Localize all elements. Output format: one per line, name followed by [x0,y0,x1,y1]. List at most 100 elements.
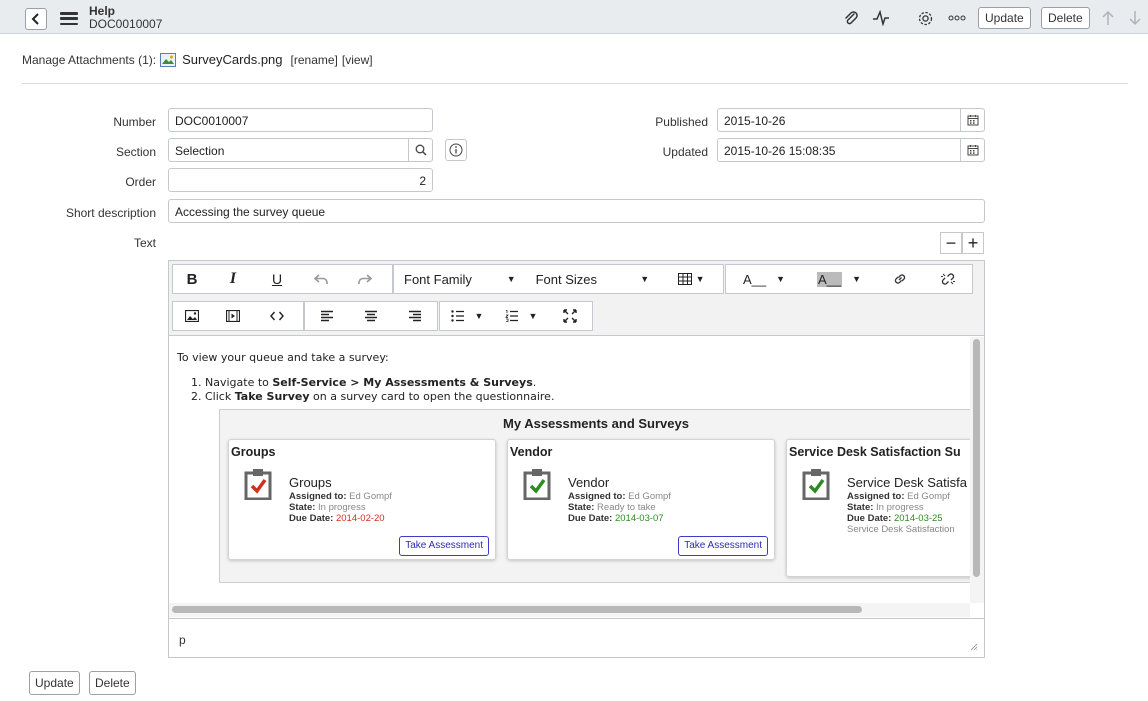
footer-update-button[interactable]: Update [29,671,80,695]
card-header: Service Desk Satisfaction Su [789,445,961,459]
text-color-dropdown[interactable]: A__ ▼ [726,265,802,293]
insert-image-button[interactable] [173,302,211,330]
footer-delete-button[interactable]: Delete [89,671,136,695]
card-extra: Service Desk Satisfaction [847,524,955,535]
insert-video-button[interactable] [211,302,255,330]
clipboard-check-icon [802,469,830,500]
gear-icon[interactable] [916,9,934,27]
font-family-dropdown[interactable]: Font Family ▼ [394,265,526,293]
updated-calendar-button[interactable] [960,139,984,161]
take-assessment-button[interactable]: Take Assessment [399,536,489,556]
bold-button[interactable]: B [173,265,211,293]
attachment-file-link[interactable]: SurveyCards.png [182,52,282,67]
source-code-button[interactable] [255,302,299,330]
card-name: Groups [289,475,332,490]
editor-vertical-scrollbar[interactable] [970,337,984,603]
card-name: Vendor [568,475,610,490]
font-family-label: Font Family [404,271,472,287]
step-1: 1. Navigate to Self-Service > My Assessm… [191,376,537,389]
editor-expand-button[interactable]: + [962,232,984,254]
element-path[interactable]: p [179,633,186,647]
attachment-rename-link[interactable]: [rename] [291,53,338,67]
activity-icon[interactable] [872,9,890,27]
editor-statusbar: p [169,618,984,657]
table-dropdown[interactable]: ▼ [659,265,723,293]
italic-button[interactable]: I [211,265,255,293]
menu-icon[interactable] [60,12,78,25]
link-icon [894,274,906,284]
order-field[interactable]: 2 [168,168,433,192]
redo-button[interactable] [343,265,387,293]
card-assigned: Assigned to: Ed Gompf [847,491,950,502]
back-button[interactable] [25,8,47,30]
editor-toolbar: B I U Font Family ▼ Font Sizes ▼ ▼ A__ ▼… [169,261,984,336]
attachments-label: Manage Attachments (1): [22,52,157,67]
clipboard-check-icon [244,469,272,500]
number-field[interactable]: DOC0010007 [168,108,433,132]
editor-shrink-button[interactable]: − [940,232,962,254]
unlink-button[interactable] [924,265,972,293]
updated-label: Updated [662,145,708,159]
format-group: B I U [172,264,393,294]
editor-content[interactable]: To view your queue and take a survey: 1.… [169,337,970,603]
survey-card: Vendor Vendor Assigned to: Ed Gompf Stat… [507,439,775,560]
divider [22,83,1128,84]
take-assessment-button[interactable]: Take Assessment [678,536,768,556]
underline-button[interactable]: U [255,265,299,293]
published-value: 2015-10-26 [724,114,786,128]
numbered-list-icon [504,310,518,322]
published-calendar-button[interactable] [960,109,984,131]
numbered-list-dropdown[interactable]: ▼ [494,302,548,330]
arrow-up-icon[interactable] [1099,9,1117,27]
section-info-button[interactable] [445,139,467,161]
form-header: Help DOC0010007 Update Delete [0,0,1148,34]
section-field[interactable]: Selection [168,138,433,162]
step-2-suffix: on a survey card to open the questionnai… [309,390,555,403]
link-button[interactable] [876,265,924,293]
step-1-suffix: . [532,376,537,389]
align-right-button[interactable] [393,302,437,330]
updated-field[interactable]: 2015-10-26 15:08:35 [717,138,985,162]
insert-video-icon [226,310,240,322]
updated-value: 2015-10-26 15:08:35 [724,144,836,158]
card-assigned: Assigned to: Ed Gompf [568,491,671,502]
short-description-field[interactable]: Accessing the survey queue [168,199,985,223]
card-assigned: Assigned to: Ed Gompf [289,491,392,502]
step-2-prefix: Click [205,390,235,403]
card-due-date: Due Date: 2014-02-20 [289,513,385,524]
arrow-down-icon[interactable] [1126,9,1144,27]
calendar-icon [967,145,978,156]
survey-card: Service Desk Satisfaction Su Service Des… [786,439,970,577]
paperclip-icon[interactable] [842,9,860,27]
font-sizes-dropdown[interactable]: Font Sizes ▼ [526,265,660,293]
undo-button[interactable] [299,265,343,293]
published-field[interactable]: 2015-10-26 [717,108,985,132]
editor-horizontal-scrollbar[interactable] [169,603,970,617]
resize-handle-icon[interactable] [970,643,978,651]
background-color-dropdown[interactable]: A__ ▼ [802,265,876,293]
image-icon [160,52,177,67]
calendar-icon [967,115,978,126]
header-delete-button[interactable]: Delete [1041,7,1090,29]
fullscreen-button[interactable] [548,302,592,330]
survey-cards-image[interactable]: My Assessments and Surveys Groups Groups… [219,409,970,583]
number-label: Number [113,115,156,129]
insert-image-icon [185,310,199,322]
section-value: Selection [175,144,225,158]
align-right-icon [409,310,421,322]
more-icon[interactable] [947,9,967,27]
card-header: Vendor [510,445,553,459]
step-2-bold: Take Survey [234,390,310,403]
survey-image-title: My Assessments and Surveys [503,416,689,431]
align-center-button[interactable] [349,302,393,330]
align-left-button[interactable] [305,302,349,330]
attachment-view-link[interactable]: [view] [342,53,373,67]
bullet-list-dropdown[interactable]: ▼ [440,302,494,330]
font-group: Font Family ▼ Font Sizes ▼ ▼ [393,264,724,294]
search-icon [415,144,427,156]
published-label: Published [655,115,708,129]
section-lookup-button[interactable] [408,139,432,161]
header-update-button[interactable]: Update [978,7,1031,29]
card-due-date: Due Date: 2014-03-25 [847,513,943,524]
step-1-bold: Self-Service > My Assessments & Surveys [272,376,533,389]
